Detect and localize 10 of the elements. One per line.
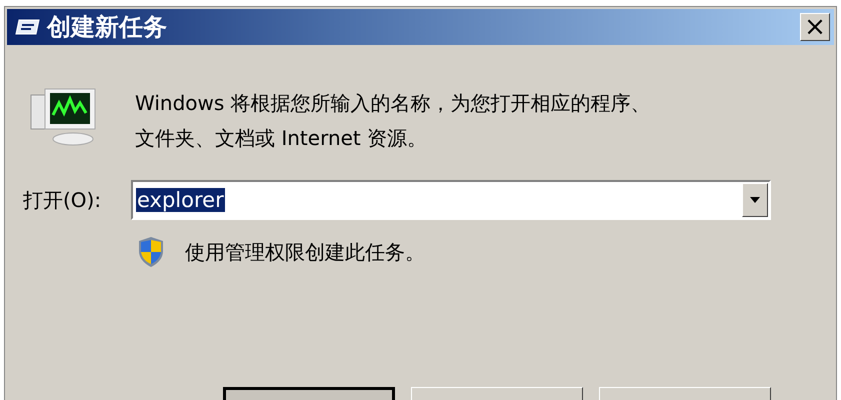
message-text: Windows 将根据您所输入的名称，为您打开相应的程序、 bbox=[135, 91, 651, 115]
message-text: 文件夹、文档或 Internet 资源。 bbox=[135, 126, 428, 150]
window-title: 创建新任务 bbox=[47, 15, 168, 39]
open-label: 打开(O): bbox=[23, 186, 102, 214]
window-icon bbox=[15, 18, 41, 36]
close-button[interactable]: × bbox=[800, 13, 830, 41]
shield-icon bbox=[137, 236, 165, 268]
open-combo-field[interactable]: explorer bbox=[131, 180, 771, 220]
dropdown-icon[interactable] bbox=[742, 183, 768, 217]
admin-privilege-label: 使用管理权限创建此任务。 bbox=[185, 238, 425, 266]
